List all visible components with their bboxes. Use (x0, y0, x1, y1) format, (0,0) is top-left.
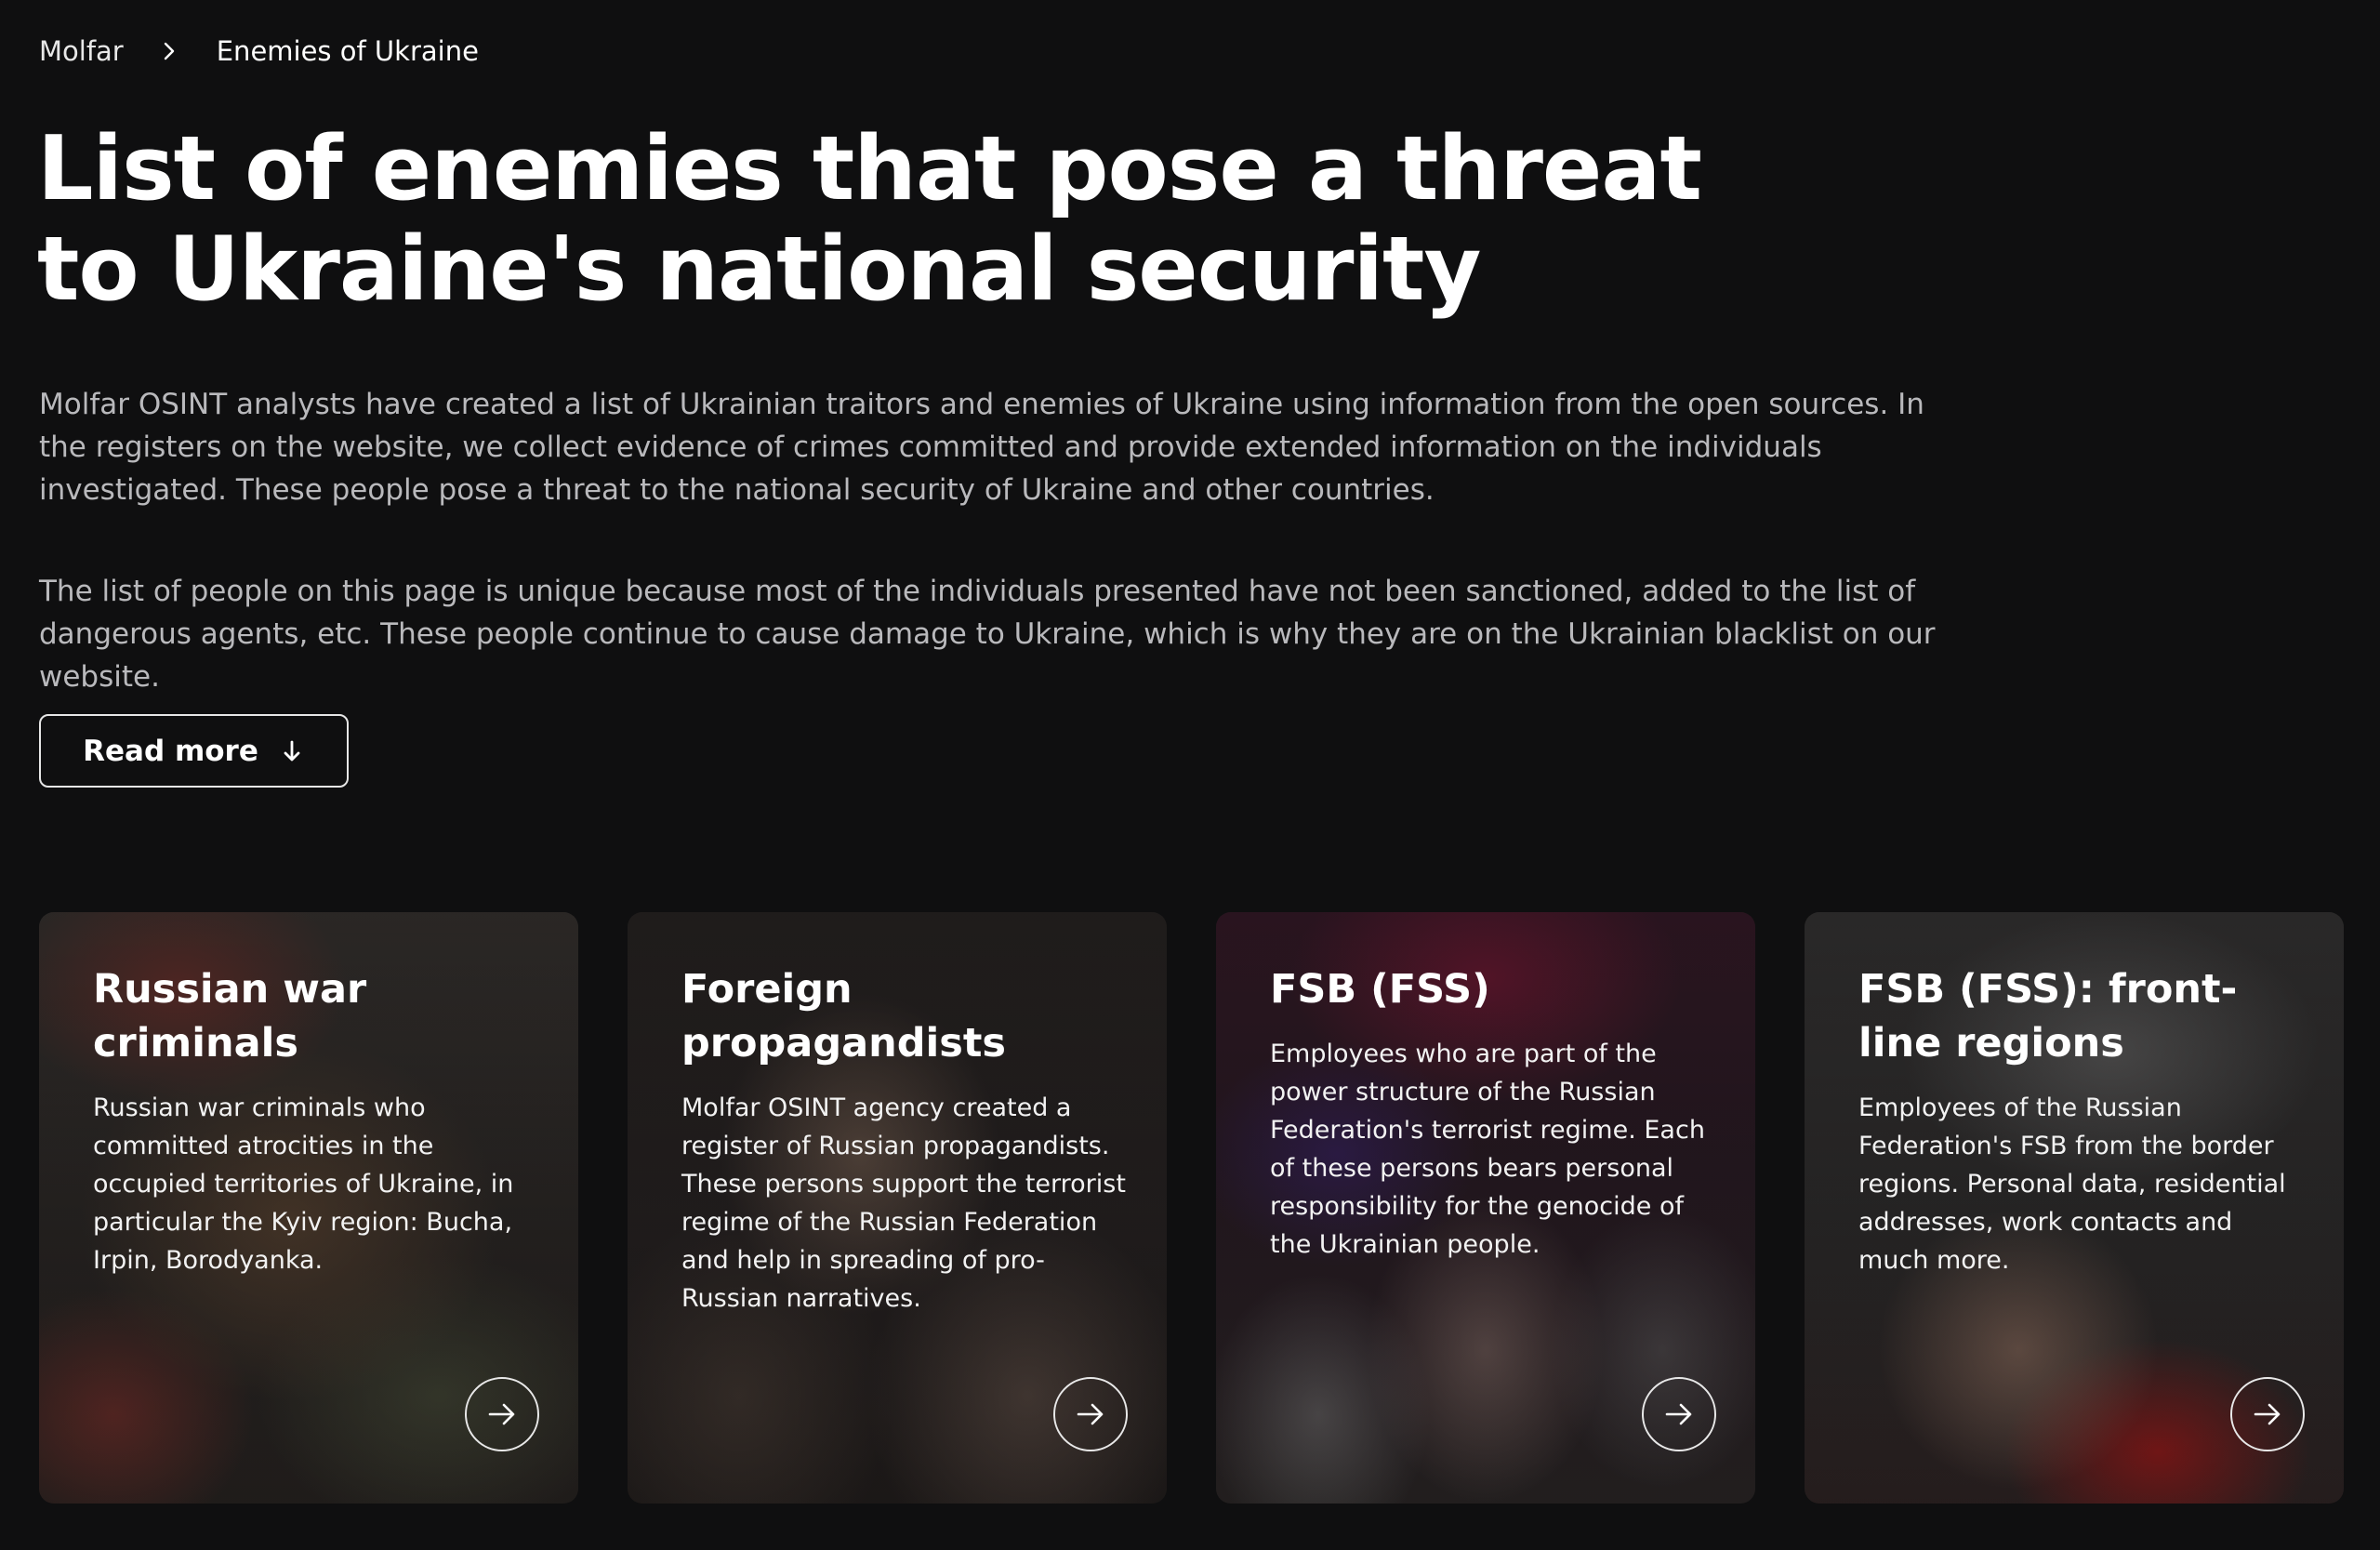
read-more-label: Read more (83, 734, 258, 768)
card-description: Employees of the Russian Federation's FS… (1858, 1093, 2286, 1275)
arrow-right-icon[interactable] (1642, 1377, 1716, 1451)
arrow-right-icon[interactable] (465, 1377, 539, 1451)
intro-paragraph-2: The list of people on this page is uniqu… (39, 575, 1936, 694)
card-fsb[interactable]: FSB (FSS) Employees who are part of the … (1216, 912, 1755, 1504)
card-foreign-propagandists[interactable]: Foreign propagandists Molfar OSINT agenc… (628, 912, 1167, 1504)
read-more-button[interactable]: Read more (39, 714, 349, 788)
breadcrumb: Molfar Enemies of Ukraine (39, 35, 479, 67)
intro-paragraph-1: Molfar OSINT analysts have created a lis… (39, 388, 1924, 507)
card-description: Russian war criminals who committed atro… (93, 1093, 514, 1275)
page: Molfar Enemies of Ukraine List of enemie… (0, 0, 2380, 1550)
arrow-down-icon (279, 738, 305, 764)
card-russian-war-criminals[interactable]: Russian war criminals Russian war crimin… (39, 912, 578, 1504)
card-title: Russian war criminals (93, 966, 367, 1066)
chevron-right-icon (159, 41, 179, 61)
card-description: Molfar OSINT agency created a register o… (681, 1093, 1126, 1313)
breadcrumb-current: Enemies of Ukraine (216, 35, 479, 67)
breadcrumb-home-link[interactable]: Molfar (39, 35, 124, 67)
card-title: FSB (FSS) (1270, 966, 1490, 1013)
card-description: Employees who are part of the power stru… (1270, 1040, 1705, 1259)
card-title: FSB (FSS): front-line regions (1858, 966, 2238, 1066)
page-title: List of enemies that pose a threat to Uk… (37, 118, 1702, 321)
arrow-right-icon[interactable] (2230, 1377, 2305, 1451)
category-cards: Russian war criminals Russian war crimin… (39, 912, 2345, 1504)
card-title: Foreign propagandists (681, 966, 1006, 1066)
card-fsb-front-line-regions[interactable]: FSB (FSS): front-line regions Employees … (1805, 912, 2344, 1504)
arrow-right-icon[interactable] (1053, 1377, 1128, 1451)
